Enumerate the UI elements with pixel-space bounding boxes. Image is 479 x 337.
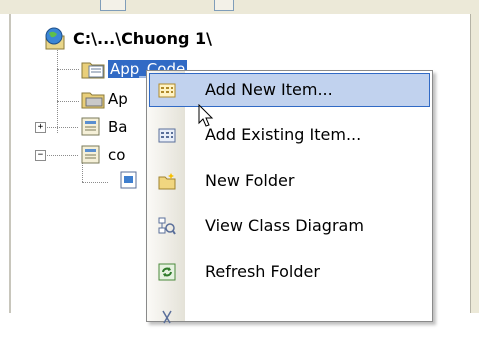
class-diagram-icon bbox=[158, 217, 176, 235]
mouse-cursor-icon bbox=[198, 104, 214, 127]
web-project-icon bbox=[45, 27, 65, 50]
code-file-icon[interactable] bbox=[118, 170, 140, 190]
tree-node-label: Ba bbox=[108, 118, 128, 136]
add-existing-item-icon bbox=[158, 128, 176, 143]
tree-line bbox=[57, 50, 58, 133]
tree-line bbox=[57, 101, 79, 102]
file-icon bbox=[81, 117, 100, 136]
menu-item-label: View Class Diagram bbox=[205, 216, 364, 235]
tree-line bbox=[82, 182, 108, 183]
menu-item-label: Refresh Folder bbox=[205, 262, 320, 281]
menu-item-label: New Folder bbox=[205, 171, 295, 190]
cut-icon bbox=[162, 310, 172, 324]
menu-item-new-folder[interactable]: New Folder bbox=[147, 162, 432, 200]
menu-item-add-new-item[interactable]: Add New Item... bbox=[147, 71, 432, 109]
tree-root-label: C:\...\Chuong 1\ bbox=[73, 29, 212, 48]
expand-toggle[interactable]: + bbox=[35, 122, 46, 133]
toolbar-button[interactable] bbox=[100, 0, 126, 11]
collapse-toggle[interactable]: − bbox=[35, 150, 46, 161]
context-menu: Add New Item... Add Existing Item... New… bbox=[146, 70, 433, 324]
file-icon bbox=[81, 145, 100, 164]
pane-border bbox=[9, 14, 11, 313]
menu-item-label: Add Existing Item... bbox=[205, 125, 362, 144]
add-new-item-icon bbox=[158, 83, 176, 98]
toolbar-button[interactable] bbox=[214, 0, 234, 11]
tree-line bbox=[57, 69, 79, 70]
tree-node-label: co bbox=[108, 146, 126, 164]
scrollbar[interactable] bbox=[470, 14, 479, 313]
tree-node-label: Ap bbox=[108, 90, 128, 108]
menu-item-label: Add New Item... bbox=[205, 80, 333, 99]
menu-item-add-existing-item[interactable]: Add Existing Item... bbox=[147, 116, 432, 154]
tree-line bbox=[82, 162, 83, 182]
new-folder-icon bbox=[158, 173, 176, 190]
menu-item-refresh-folder[interactable]: Refresh Folder bbox=[147, 253, 432, 291]
folder-icon bbox=[81, 92, 105, 109]
folder-icon bbox=[81, 62, 105, 79]
menu-item-view-class-diagram[interactable]: View Class Diagram bbox=[147, 207, 432, 245]
menu-item-partial[interactable] bbox=[147, 299, 432, 337]
toolbar-strip bbox=[0, 0, 479, 14]
refresh-icon bbox=[158, 263, 176, 281]
